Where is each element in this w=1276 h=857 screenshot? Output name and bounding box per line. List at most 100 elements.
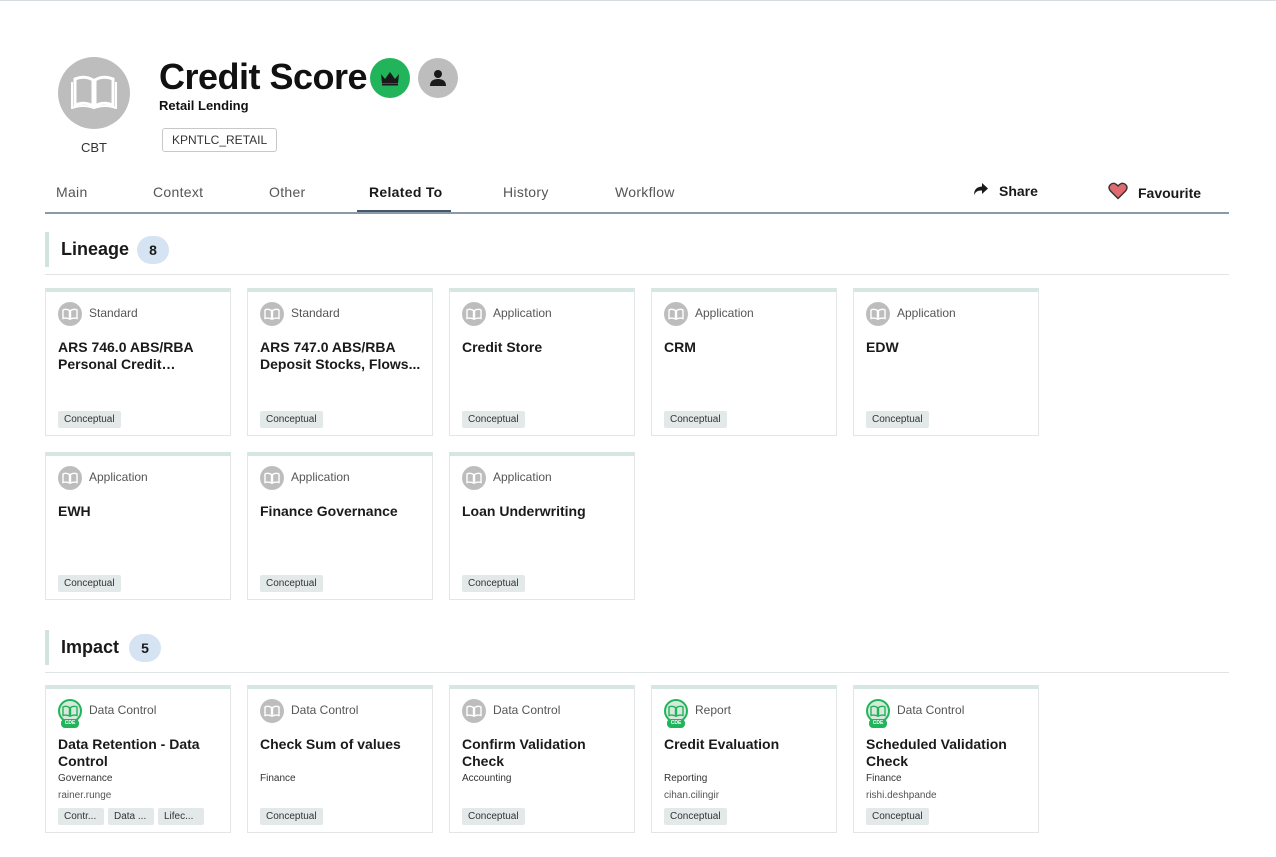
book-icon [260,466,284,490]
card-title: Data Retention - Data Control [58,736,200,769]
book-icon [462,699,486,723]
book-icon [866,302,890,326]
related-card[interactable]: Application CRM Conceptual [651,288,837,436]
book-icon [462,302,486,326]
card-type: Data Control [493,703,561,717]
asset-tag[interactable]: KPNTLC_RETAIL [162,128,278,152]
related-card[interactable]: Application EWH Conceptual [45,452,231,600]
card-type: Application [493,470,552,484]
card-chip: Conceptual [260,808,323,825]
related-card[interactable]: Standard ARS 747.0 ABS/RBA Deposit Stocks… [247,288,433,436]
favourite-label: Favourite [1138,184,1202,201]
cde-badge: CDE [667,719,685,728]
cde-badge: CDE [869,719,887,728]
card-chip: Conceptual [866,411,929,428]
card-domain: Reporting [664,773,708,784]
book-icon [58,302,82,326]
impact-title: Impact [61,637,120,657]
card-chip: Conceptual [462,808,525,825]
card-chip: Conceptual [866,808,929,825]
book-icon [260,302,284,326]
tab-bar: Main Context Other Related To History Wo… [45,172,1229,214]
card-domain: Governance [58,773,113,784]
related-card[interactable]: Application EDW Conceptual [853,288,1039,436]
book-icon [58,466,82,490]
card-type: Application [493,306,552,320]
card-title: ARS 747.0 ABS/RBA Deposit Stocks, Flows.… [260,339,421,372]
card-domain: Finance [866,773,902,784]
card-title: EWH [58,503,91,519]
card-domain: Accounting [462,773,512,784]
asset-code: CBT [81,140,107,155]
section-accent-bar [45,630,49,665]
card-title: Credit Evaluation [664,736,780,752]
card-type: Data Control [89,703,157,717]
card-chip: Conceptual [260,575,323,592]
card-title: ARS 746.0 ABS/RBA Personal Credit Stocks… [58,339,194,372]
tab-main[interactable]: Main [56,184,88,200]
related-card[interactable]: Data Control Confirm Validation Check Acco… [449,685,635,833]
card-chip: Conceptual [664,808,727,825]
share-label: Share [999,182,1038,199]
card-title: EDW [866,339,899,355]
favourite-button[interactable]: Favourite [1108,182,1201,203]
impact-count-badge: 5 [129,634,161,662]
card-title: Check Sum of values [260,736,401,752]
top-divider [0,0,1276,1]
crown-icon[interactable] [370,58,410,98]
book-icon [71,73,117,114]
tab-workflow[interactable]: Workflow [615,184,675,200]
tab-related-to[interactable]: Related To [369,184,443,200]
card-domain: Finance [260,773,296,784]
card-title: Confirm Validation Check [462,736,586,769]
page-title: Credit Score [159,56,368,97]
related-card[interactable]: Application Credit Store Conceptual [449,288,635,436]
card-chip: Conceptual [58,411,121,428]
asset-avatar [58,57,130,129]
related-card[interactable]: Application Finance Governance Conceptual [247,452,433,600]
lineage-count-badge: 8 [137,236,169,264]
related-card[interactable]: CDE Data Control Scheduled Validation Chec… [853,685,1039,833]
card-chip: Conceptual [462,411,525,428]
card-type: Application [897,306,956,320]
card-type: Standard [89,306,138,320]
person-icon[interactable] [418,58,458,98]
lineage-section-header: Lineage 8 [45,232,1229,275]
related-card[interactable]: Standard ARS 746.0 ABS/RBA Personal Credi… [45,288,231,436]
share-button[interactable]: Share [973,182,1038,199]
card-type: Report [695,703,732,717]
card-type: Data Control [291,703,359,717]
card-type: Data Control [897,703,965,717]
card-type: Application [89,470,148,484]
related-card[interactable]: Data Control Check Sum of values Finance Co… [247,685,433,833]
active-tab-indicator [357,210,451,212]
section-accent-bar [45,232,49,267]
tab-other[interactable]: Other [269,184,306,200]
card-owner: rainer.runge [58,790,112,801]
card-type: Standard [291,306,340,320]
card-title: Credit Store [462,339,543,355]
book-icon [664,302,688,326]
card-chip: Conceptual [260,411,323,428]
card-owner: cihan.cilingir [664,790,720,801]
card-chip: Data ... [108,808,154,825]
lineage-title: Lineage [61,239,130,259]
related-card[interactable]: Application Loan Underwriting Conceptual [449,452,635,600]
card-title: Finance Governance [260,503,398,519]
related-card[interactable]: CDE Report Credit Evaluation Reporting cihan… [651,685,837,833]
cde-badge: CDE [61,719,79,728]
card-title: CRM [664,339,696,355]
book-icon [260,699,284,723]
page-subtitle: Retail Lending [159,98,249,113]
share-icon [973,182,989,199]
card-title: Scheduled Validation Check [866,736,1007,769]
tab-context[interactable]: Context [153,184,203,200]
card-chip: Contr... [58,808,104,825]
card-title: Loan Underwriting [462,503,586,519]
card-chip: Conceptual [664,411,727,428]
card-type: Application [695,306,754,320]
card-chip: Lifec... [158,808,204,825]
tab-history[interactable]: History [503,184,549,200]
heart-icon [1108,182,1128,203]
related-card[interactable]: CDE Data Control Data Retention - Data Con… [45,685,231,833]
